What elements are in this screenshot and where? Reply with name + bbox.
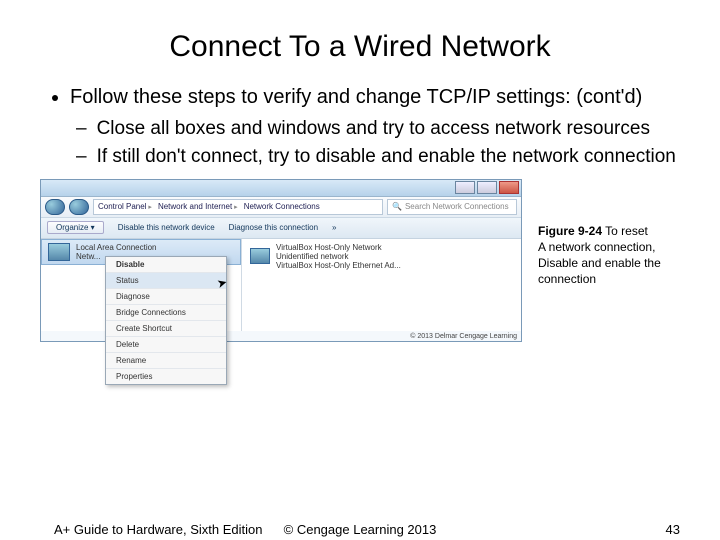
maximize-icon[interactable]: [477, 181, 497, 194]
lac-name: Local Area Connection: [76, 243, 157, 252]
close-icon[interactable]: [499, 181, 519, 194]
menu-bridge[interactable]: Bridge Connections: [106, 305, 226, 321]
window-titlebar: [41, 180, 521, 197]
vbox-line3: VirtualBox Host-Only Ethernet Ad...: [276, 261, 401, 270]
search-input[interactable]: Search Network Connections: [387, 199, 517, 215]
figure-label: Figure 9-24: [538, 224, 602, 238]
menu-properties[interactable]: Properties: [106, 369, 226, 384]
menu-shortcut[interactable]: Create Shortcut: [106, 321, 226, 337]
menu-diagnose[interactable]: Diagnose: [106, 289, 226, 305]
bullet-main: Follow these steps to verify and change …: [70, 86, 680, 109]
caption-t3: Disable and enable the: [538, 256, 661, 270]
context-menu: Disable Status Diagnose Bridge Connectio…: [105, 256, 227, 385]
crumb-control-panel[interactable]: Control Panel: [98, 202, 152, 211]
organize-button[interactable]: Organize ▾: [47, 221, 104, 234]
menu-delete[interactable]: Delete: [106, 337, 226, 353]
toolbar: Organize ▾ Disable this network device D…: [41, 218, 521, 239]
figure-caption: Figure 9-24 To reset A network connectio…: [538, 223, 661, 288]
vbox-name: VirtualBox Host-Only Network: [276, 243, 401, 252]
disable-device-button[interactable]: Disable this network device: [118, 223, 215, 232]
caption-t2: A network connection,: [538, 240, 655, 254]
diagnose-connection-button[interactable]: Diagnose this connection: [229, 223, 318, 232]
virtualbox-network-item[interactable]: VirtualBox Host-Only Network Unidentifie…: [250, 243, 513, 270]
caption-t1: To reset: [605, 224, 648, 238]
menu-status[interactable]: Status: [106, 273, 226, 289]
crumb-network-internet[interactable]: Network and Internet: [158, 202, 238, 211]
vbox-line2: Unidentified network: [276, 252, 401, 261]
caption-t4: connection: [538, 272, 596, 286]
back-icon[interactable]: [45, 199, 65, 215]
crumb-network-connections[interactable]: Network Connections: [244, 202, 320, 211]
minimize-icon[interactable]: [455, 181, 475, 194]
subbullet-1: Close all boxes and windows and try to a…: [98, 117, 680, 141]
page-number: 43: [666, 522, 680, 537]
menu-disable[interactable]: Disable: [106, 257, 226, 273]
forward-icon[interactable]: [69, 199, 89, 215]
subbullet-2: If still don't connect, try to disable a…: [98, 145, 680, 169]
toolbar-overflow[interactable]: »: [332, 223, 336, 232]
footer-center: © Cengage Learning 2013: [0, 522, 720, 537]
breadcrumb[interactable]: Control Panel Network and Internet Netwo…: [93, 199, 383, 215]
slide-title: Connect To a Wired Network: [40, 30, 680, 64]
screenshot-window: Control Panel Network and Internet Netwo…: [40, 179, 522, 342]
network-icon: [250, 248, 270, 264]
menu-rename[interactable]: Rename: [106, 353, 226, 369]
network-icon: [48, 243, 70, 261]
